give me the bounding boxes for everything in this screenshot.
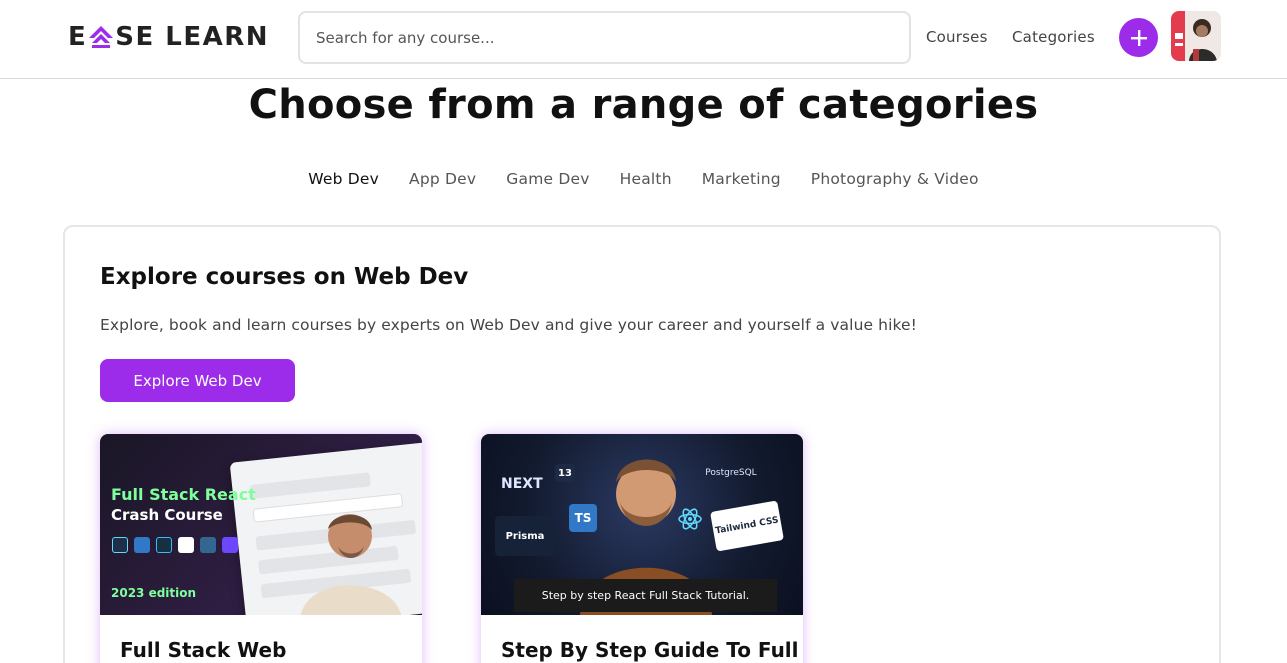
tailwind-icon: [156, 537, 172, 553]
instructor-photo: [300, 514, 401, 615]
react-icon: [112, 537, 128, 553]
next-version-text: 13: [558, 467, 572, 479]
logo[interactable]: E SE LEARN: [68, 22, 269, 52]
top-navbar: E SE LEARN Courses Categories: [0, 0, 1287, 79]
clerk-icon: [222, 537, 238, 553]
course-title[interactable]: Step By Step Guide To Full: [501, 638, 799, 662]
thumbnail-caption: Step by step React Full Stack Tutorial.: [514, 579, 777, 612]
typescript-tile: TS: [569, 504, 597, 532]
user-avatar[interactable]: [1171, 11, 1221, 61]
add-button[interactable]: [1119, 18, 1158, 57]
logo-mark-icon: [89, 26, 114, 48]
nextjs-text: NEXT: [501, 476, 543, 492]
typescript-text: TS: [574, 511, 592, 525]
tab-app-dev[interactable]: App Dev: [409, 170, 476, 188]
thumbnail-headline: Full Stack React Crash Course: [111, 484, 256, 526]
thumbnail-line1: Full Stack React: [111, 485, 256, 504]
postgres-icon: [200, 537, 216, 553]
nav-courses-link[interactable]: Courses: [926, 28, 988, 46]
tab-web-dev[interactable]: Web Dev: [308, 170, 379, 188]
panel-title: Explore courses on Web Dev: [100, 264, 469, 290]
prisma-icon: [178, 537, 194, 553]
tab-photography-video[interactable]: Photography & Video: [811, 170, 979, 188]
nav-categories-link[interactable]: Categories: [1012, 28, 1095, 46]
react-icon: [678, 508, 702, 530]
tailwind-text: Tailwind CSS: [714, 515, 780, 537]
avatar-photo-icon: [1171, 11, 1221, 61]
tab-health[interactable]: Health: [620, 170, 672, 188]
prisma-text: Prisma: [505, 530, 545, 542]
course-thumbnail: Full Stack React Crash Course 2023 editi…: [100, 434, 422, 615]
page-title: Choose from a range of categories: [248, 82, 1039, 128]
category-panel: Explore courses on Web Dev Explore, book…: [63, 225, 1221, 663]
logo-letter: E: [68, 22, 88, 52]
thumbnail-line2: Crash Course: [111, 506, 223, 524]
course-card[interactable]: NEXT 13 PostgreSQL Prisma TS Tailwind CS: [481, 434, 803, 663]
tailwind-tile: Tailwind CSS: [710, 500, 784, 552]
tech-badges: [112, 537, 238, 553]
postgresql-text: PostgreSQL: [705, 468, 757, 478]
prisma-tile: Prisma: [495, 516, 555, 556]
panel-description: Explore, book and learn courses by exper…: [100, 316, 917, 334]
postgresql-tile: PostgreSQL: [696, 456, 766, 490]
course-thumbnail: NEXT 13 PostgreSQL Prisma TS Tailwind CS: [481, 434, 803, 615]
thumbnail-edition: 2023 edition: [111, 586, 197, 600]
tab-game-dev[interactable]: Game Dev: [506, 170, 589, 188]
tab-marketing[interactable]: Marketing: [702, 170, 781, 188]
typescript-icon: [134, 537, 150, 553]
nextjs-logo: NEXT: [501, 476, 543, 492]
next-version-badge: 13: [555, 464, 575, 482]
course-card[interactable]: Full Stack React Crash Course 2023 editi…: [100, 434, 422, 663]
plus-icon: [1130, 29, 1147, 46]
category-tabs: Web Dev App Dev Game Dev Health Marketin…: [0, 170, 1287, 188]
explore-category-button[interactable]: Explore Web Dev: [100, 359, 295, 402]
search-input[interactable]: [298, 11, 911, 64]
course-title[interactable]: Full Stack Web: [120, 638, 286, 662]
logo-text: SE LEARN: [115, 22, 270, 52]
